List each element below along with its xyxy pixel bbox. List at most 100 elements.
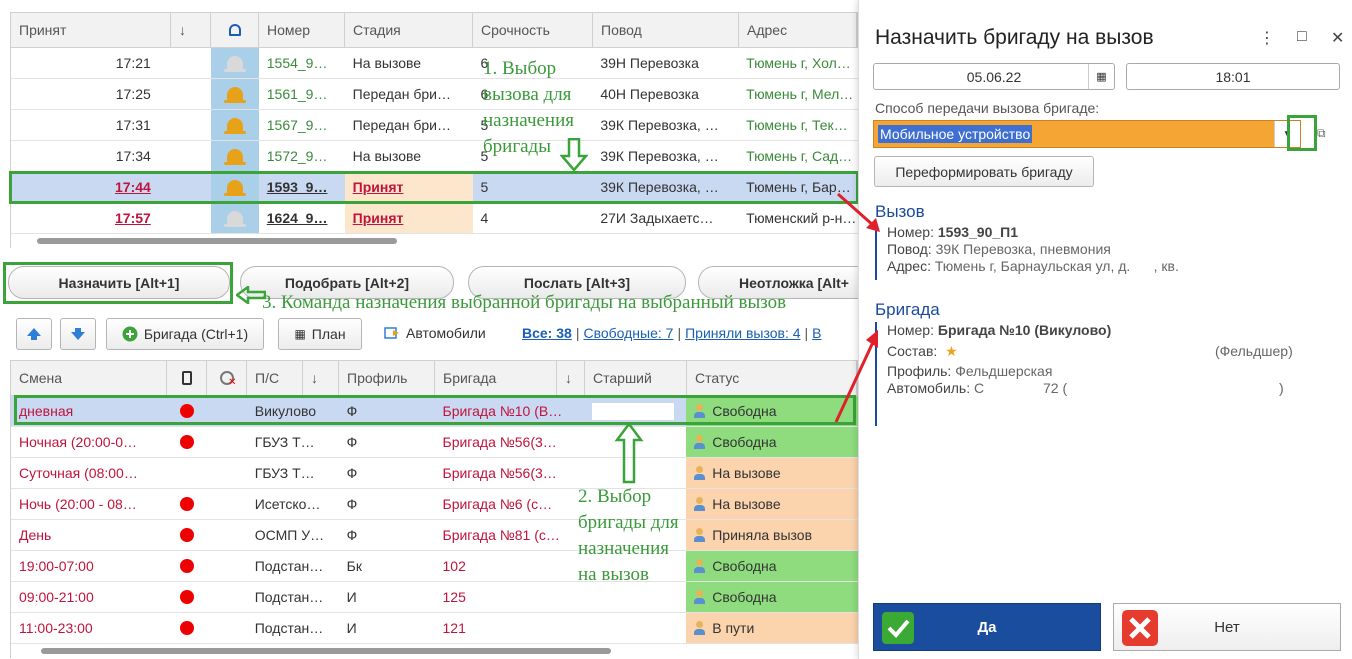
transfer-method-select[interactable]: Мобильное устройство ▼ [873,120,1301,148]
cell-status: В пути [686,613,858,643]
col-number[interactable]: Номер [259,13,345,47]
cell-device [167,613,207,643]
table-row[interactable]: Ночь (20:00 - 08… Исетско… Ф Бригада №6 (с…… [10,489,858,520]
col-senior[interactable]: Старший [585,361,687,395]
status-value: Свободна [712,558,777,574]
filter-accepted-link[interactable]: Приняли вызов: 4 [685,325,800,341]
filter-more-link[interactable]: В [812,325,821,341]
cell-stage: На вызове [352,55,422,71]
cell-status: Приняла вызов [686,520,858,550]
cell-reason: 27И Задыхаетс… [600,210,714,226]
cell-address: Тюмень г, Тек… [746,117,848,133]
col-flag[interactable]: ✕ [207,361,247,395]
sort-down-icon[interactable]: ↓ [303,361,339,395]
stage-link[interactable]: Принят [353,210,404,226]
sort-down-icon[interactable]: ↓ [171,13,211,47]
col-brigade[interactable]: Бригада [435,361,557,395]
time-link[interactable]: 17:57 [115,210,151,226]
date-field[interactable]: 05.06.22 ▦ [873,63,1115,90]
scrollbar-thumb[interactable] [37,238,397,244]
add-brigade-button[interactable]: Бригада (Ctrl+1) [106,318,264,350]
cell-brigade: 102 [442,558,466,574]
arrow-up-annotation-icon [614,422,644,484]
calendar-icon[interactable]: ▦ [1088,64,1114,89]
cell-shift: День [19,527,52,543]
cell-senior [584,613,686,643]
cars-button[interactable]: Автомобили [384,325,486,341]
cell-ps: Исетско… [254,496,321,512]
table-row[interactable]: Суточная (08:00… ГБУЗ Т… Ф Бригада №56(3… На… [10,458,858,489]
number-link[interactable]: 1624_9… [267,210,328,226]
cell-bell [210,79,259,109]
plan-button[interactable]: ▦ План [278,318,362,350]
cell-device [167,520,207,550]
close-icon[interactable]: ✕ [1331,28,1344,48]
time-field[interactable]: 18:01 [1126,63,1340,90]
cell-reason: 39К Перевозка, … [600,148,719,164]
table-row[interactable]: Ночная (20:00-0… ГБУЗ Т… Ф Бригада №56(3… Св… [10,427,858,458]
col-device[interactable] [167,361,207,395]
call-address-label: Адрес: [887,258,931,274]
table-row[interactable]: 17:25 1561_9… Передан бри… 6 40Н Перевоз… [10,79,858,110]
table-row[interactable]: 11:00-23:00 Подстан… И 121 В пути [10,613,858,644]
open-form-icon[interactable]: ⧉ [1317,126,1326,141]
cell-brigade: 125 [442,589,466,605]
annotation-step2: 2. Выбор бригады для назначения на вызов [578,486,679,585]
col-urgency[interactable]: Срочность [473,13,593,47]
crews-horizontal-scrollbar[interactable] [10,644,858,658]
col-profile[interactable]: Профиль [339,361,435,395]
col-shift[interactable]: Смена [11,361,167,395]
cell-profile: И [346,620,357,636]
table-row[interactable]: 19:00-07:00 Подстан… Бк 102 Свободна [10,551,858,582]
annotation-call-highlight [9,171,859,204]
person-icon [694,466,706,480]
cell-device [167,458,207,488]
col-ps[interactable]: П/С [247,361,303,395]
call-number-label: Номер: [887,224,934,240]
checkmark-icon [882,612,914,644]
cell-shift: Ночь (20:00 - 08… [19,496,137,512]
status-value: Свободна [712,434,777,450]
table-row[interactable]: 17:31 1567_9… Передан бри… 5 39К Перевоз… [10,110,858,141]
table-row[interactable]: 17:34 1572_9… На вызове 5 39К Перевозка,… [10,141,858,172]
cell-ps: ГБУЗ Т… [254,465,315,481]
calls-table-body: 17:21 1554_9… На вызове 6 39Н Перевозка … [10,48,858,234]
move-up-button[interactable] [16,318,52,350]
move-down-button[interactable] [60,318,96,350]
cell-address: Тюмень г, Сад… [746,148,853,164]
calls-table: Принят ↓ Номер Стадия Срочность Повод Ад… [10,12,858,248]
reform-brigade-button[interactable]: Переформировать бригаду [874,156,1094,187]
filter-free-link[interactable]: Свободные: 7 [583,325,673,341]
col-bell[interactable] [211,13,259,47]
sort-down-icon[interactable]: ↓ [557,361,585,395]
cell-number: 1554_9… [266,55,328,71]
scrollbar-thumb[interactable] [41,648,611,654]
maximize-icon[interactable]: □ [1297,28,1307,46]
brigade-section: Номер: Бригада №10 (Викулово) Состав: ★ … [875,322,1315,426]
no-button[interactable]: Нет [1113,603,1341,651]
cell-stage: Принят [344,203,473,233]
cell-flag [207,551,247,581]
cell-stage: Передан бри… [352,86,451,102]
status-value: На вызове [712,465,781,481]
yes-button[interactable]: Да [873,603,1101,651]
col-stage[interactable]: Стадия [345,13,473,47]
col-address[interactable]: Адрес [739,13,857,47]
annotation-assign-highlight [3,262,233,304]
table-row[interactable]: 09:00-21:00 Подстан… И 125 Свободна [10,582,858,613]
cell-status: На вызове [686,458,858,488]
calls-horizontal-scrollbar[interactable] [10,234,858,248]
more-menu-icon[interactable]: ⋮ [1259,28,1275,48]
filter-all-link[interactable]: Все: 38 [522,325,572,341]
cell-brigade: Бригада №6 (с… [442,496,553,512]
yes-label: Да [977,618,997,636]
table-row[interactable]: 17:57 1624_9… Принят 4 27И Задыхаетс… Тю… [10,203,858,234]
table-row[interactable]: День ОСМП У… Ф Бригада №81 (с… Приняла вызов [10,520,858,551]
col-accepted[interactable]: Принят [11,13,171,47]
col-reason[interactable]: Повод [593,13,739,47]
arrow-left-annotation-icon [236,286,266,304]
cell-time: 17:21 [115,55,151,71]
cell-flag [207,582,247,612]
table-row[interactable]: 17:21 1554_9… На вызове 6 39Н Перевозка … [10,48,858,79]
cell-stage: Передан бри… [352,117,451,133]
